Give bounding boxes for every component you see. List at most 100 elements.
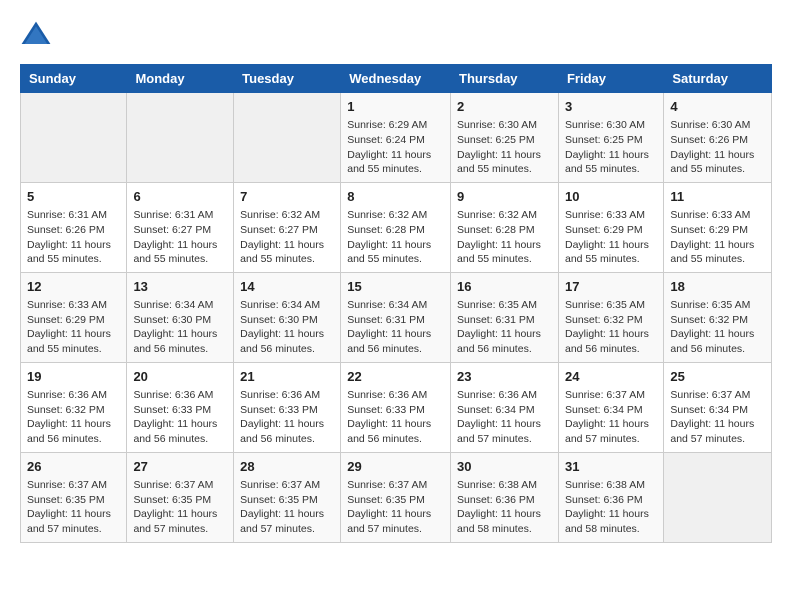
day-number: 29	[347, 458, 444, 476]
calendar-day-header: Thursday	[451, 65, 559, 93]
day-number: 16	[457, 278, 552, 296]
calendar-cell: 15 Sunrise: 6:34 AM Sunset: 6:31 PM Dayli…	[341, 272, 451, 362]
day-info: Sunrise: 6:34 AM Sunset: 6:31 PM Dayligh…	[347, 298, 444, 357]
calendar-cell: 20 Sunrise: 6:36 AM Sunset: 6:33 PM Dayli…	[127, 362, 234, 452]
calendar-cell: 26Sunrise: 6:37 AM Sunset: 6:35 PM Dayli…	[21, 452, 127, 542]
calendar-cell: 23 Sunrise: 6:36 AM Sunset: 6:34 PM Dayli…	[451, 362, 559, 452]
day-info: Sunrise: 6:34 AM Sunset: 6:30 PM Dayligh…	[240, 298, 334, 357]
calendar-cell: 22Sunrise: 6:36 AM Sunset: 6:33 PM Dayli…	[341, 362, 451, 452]
calendar-table: SundayMondayTuesdayWednesdayThursdayFrid…	[20, 64, 772, 543]
calendar-cell: 30Sunrise: 6:38 AM Sunset: 6:36 PM Dayli…	[451, 452, 559, 542]
day-info: Sunrise: 6:38 AM Sunset: 6:36 PM Dayligh…	[565, 478, 657, 537]
day-number: 19	[27, 368, 120, 386]
day-info: Sunrise: 6:30 AM Sunset: 6:26 PM Dayligh…	[670, 118, 765, 177]
calendar-cell: 3 Sunrise: 6:30 AM Sunset: 6:25 PM Daylig…	[558, 93, 663, 183]
calendar-cell: 13 Sunrise: 6:34 AM Sunset: 6:30 PM Dayli…	[127, 272, 234, 362]
day-info: Sunrise: 6:36 AM Sunset: 6:32 PM Dayligh…	[27, 388, 120, 447]
day-number: 27	[133, 458, 227, 476]
day-number: 2	[457, 98, 552, 116]
day-number: 3	[565, 98, 657, 116]
day-number: 8	[347, 188, 444, 206]
day-number: 31	[565, 458, 657, 476]
day-info: Sunrise: 6:33 AM Sunset: 6:29 PM Dayligh…	[27, 298, 120, 357]
calendar-week-row: 19 Sunrise: 6:36 AM Sunset: 6:32 PM Dayli…	[21, 362, 772, 452]
day-info: Sunrise: 6:35 AM Sunset: 6:31 PM Dayligh…	[457, 298, 552, 357]
day-number: 18	[670, 278, 765, 296]
calendar-cell: 12 Sunrise: 6:33 AM Sunset: 6:29 PM Dayli…	[21, 272, 127, 362]
calendar-day-header: Monday	[127, 65, 234, 93]
calendar-day-header: Wednesday	[341, 65, 451, 93]
day-info: Sunrise: 6:29 AM Sunset: 6:24 PM Dayligh…	[347, 118, 444, 177]
day-number: 14	[240, 278, 334, 296]
day-info: Sunrise: 6:36 AM Sunset: 6:33 PM Dayligh…	[347, 388, 444, 447]
calendar-cell: 27 Sunrise: 6:37 AM Sunset: 6:35 PM Dayli…	[127, 452, 234, 542]
calendar-cell: 24 Sunrise: 6:37 AM Sunset: 6:34 PM Dayli…	[558, 362, 663, 452]
calendar-cell: 7Sunrise: 6:32 AM Sunset: 6:27 PM Daylig…	[234, 182, 341, 272]
calendar-cell	[127, 93, 234, 183]
calendar-cell	[664, 452, 772, 542]
calendar-week-row: 1 Sunrise: 6:29 AM Sunset: 6:24 PM Daylig…	[21, 93, 772, 183]
day-info: Sunrise: 6:37 AM Sunset: 6:34 PM Dayligh…	[565, 388, 657, 447]
day-number: 17	[565, 278, 657, 296]
day-number: 21	[240, 368, 334, 386]
day-number: 24	[565, 368, 657, 386]
calendar-week-row: 5 Sunrise: 6:31 AM Sunset: 6:26 PM Daylig…	[21, 182, 772, 272]
calendar-cell: 17 Sunrise: 6:35 AM Sunset: 6:32 PM Dayli…	[558, 272, 663, 362]
calendar-cell: 2Sunrise: 6:30 AM Sunset: 6:25 PM Daylig…	[451, 93, 559, 183]
day-info: Sunrise: 6:32 AM Sunset: 6:28 PM Dayligh…	[457, 208, 552, 267]
calendar-cell	[21, 93, 127, 183]
calendar-cell: 9 Sunrise: 6:32 AM Sunset: 6:28 PM Daylig…	[451, 182, 559, 272]
day-number: 12	[27, 278, 120, 296]
day-number: 7	[240, 188, 334, 206]
day-number: 26	[27, 458, 120, 476]
calendar-cell: 8 Sunrise: 6:32 AM Sunset: 6:28 PM Daylig…	[341, 182, 451, 272]
calendar-cell: 5 Sunrise: 6:31 AM Sunset: 6:26 PM Daylig…	[21, 182, 127, 272]
day-number: 20	[133, 368, 227, 386]
day-number: 6	[133, 188, 227, 206]
calendar-cell: 29Sunrise: 6:37 AM Sunset: 6:35 PM Dayli…	[341, 452, 451, 542]
day-number: 30	[457, 458, 552, 476]
day-info: Sunrise: 6:33 AM Sunset: 6:29 PM Dayligh…	[670, 208, 765, 267]
calendar-cell: 18Sunrise: 6:35 AM Sunset: 6:32 PM Dayli…	[664, 272, 772, 362]
day-number: 10	[565, 188, 657, 206]
calendar-cell: 4 Sunrise: 6:30 AM Sunset: 6:26 PM Daylig…	[664, 93, 772, 183]
calendar-cell: 1 Sunrise: 6:29 AM Sunset: 6:24 PM Daylig…	[341, 93, 451, 183]
logo	[20, 20, 54, 48]
day-info: Sunrise: 6:36 AM Sunset: 6:33 PM Dayligh…	[240, 388, 334, 447]
calendar-cell: 28Sunrise: 6:37 AM Sunset: 6:35 PM Dayli…	[234, 452, 341, 542]
day-number: 1	[347, 98, 444, 116]
calendar-day-header: Friday	[558, 65, 663, 93]
calendar-header-row: SundayMondayTuesdayWednesdayThursdayFrid…	[21, 65, 772, 93]
day-info: Sunrise: 6:34 AM Sunset: 6:30 PM Dayligh…	[133, 298, 227, 357]
day-info: Sunrise: 6:37 AM Sunset: 6:35 PM Dayligh…	[133, 478, 227, 537]
day-number: 9	[457, 188, 552, 206]
calendar-cell: 31 Sunrise: 6:38 AM Sunset: 6:36 PM Dayli…	[558, 452, 663, 542]
calendar-cell: 19 Sunrise: 6:36 AM Sunset: 6:32 PM Dayli…	[21, 362, 127, 452]
day-info: Sunrise: 6:31 AM Sunset: 6:27 PM Dayligh…	[133, 208, 227, 267]
calendar-cell: 25Sunrise: 6:37 AM Sunset: 6:34 PM Dayli…	[664, 362, 772, 452]
calendar-cell: 6 Sunrise: 6:31 AM Sunset: 6:27 PM Daylig…	[127, 182, 234, 272]
day-info: Sunrise: 6:37 AM Sunset: 6:34 PM Dayligh…	[670, 388, 765, 447]
day-info: Sunrise: 6:33 AM Sunset: 6:29 PM Dayligh…	[565, 208, 657, 267]
day-info: Sunrise: 6:31 AM Sunset: 6:26 PM Dayligh…	[27, 208, 120, 267]
day-number: 5	[27, 188, 120, 206]
calendar-cell: 16 Sunrise: 6:35 AM Sunset: 6:31 PM Dayli…	[451, 272, 559, 362]
calendar-cell: 11Sunrise: 6:33 AM Sunset: 6:29 PM Dayli…	[664, 182, 772, 272]
day-number: 15	[347, 278, 444, 296]
day-info: Sunrise: 6:35 AM Sunset: 6:32 PM Dayligh…	[565, 298, 657, 357]
page-header	[20, 20, 772, 48]
day-number: 13	[133, 278, 227, 296]
day-number: 23	[457, 368, 552, 386]
calendar-day-header: Saturday	[664, 65, 772, 93]
day-info: Sunrise: 6:30 AM Sunset: 6:25 PM Dayligh…	[565, 118, 657, 177]
calendar-cell: 10 Sunrise: 6:33 AM Sunset: 6:29 PM Dayli…	[558, 182, 663, 272]
day-info: Sunrise: 6:32 AM Sunset: 6:28 PM Dayligh…	[347, 208, 444, 267]
calendar-week-row: 12 Sunrise: 6:33 AM Sunset: 6:29 PM Dayli…	[21, 272, 772, 362]
logo-icon	[20, 20, 52, 48]
day-number: 4	[670, 98, 765, 116]
calendar-day-header: Tuesday	[234, 65, 341, 93]
calendar-cell	[234, 93, 341, 183]
calendar-day-header: Sunday	[21, 65, 127, 93]
day-info: Sunrise: 6:36 AM Sunset: 6:34 PM Dayligh…	[457, 388, 552, 447]
day-info: Sunrise: 6:36 AM Sunset: 6:33 PM Dayligh…	[133, 388, 227, 447]
